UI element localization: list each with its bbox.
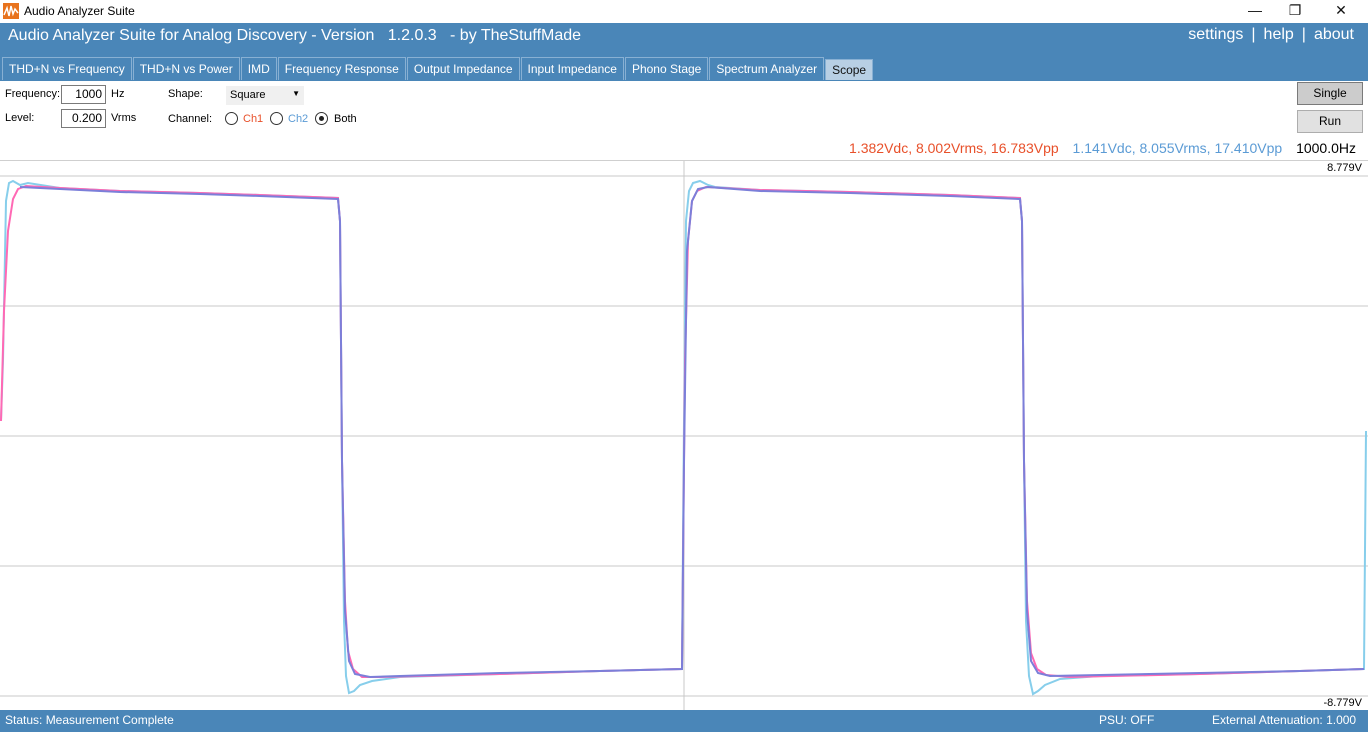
tab-phono-stage[interactable]: Phono Stage (624, 57, 709, 80)
frequency-unit: Hz (111, 88, 125, 100)
header-band: Audio Analyzer Suite for Analog Discover… (0, 23, 1368, 81)
ch2-radio[interactable] (270, 112, 283, 125)
single-button[interactable]: Single (1297, 82, 1363, 105)
ch2-radio-label: Ch2 (288, 113, 309, 125)
ch1-measurement: 1.382Vdc, 8.002Vrms, 16.783Vpp (849, 140, 1059, 156)
link-separator: | (1301, 26, 1306, 43)
scope-plot: 8.779V -8.779V (0, 160, 1368, 711)
level-input[interactable]: 0.200 (61, 109, 106, 128)
scope-canvas (0, 161, 1368, 711)
tab-thdn-vs-frequency[interactable]: THD+N vs Frequency (2, 57, 132, 80)
tab-scope[interactable]: Scope (825, 59, 874, 80)
level-unit: Vrms (111, 112, 137, 124)
app-logo-icon (3, 3, 19, 19)
attenuation-status: External Attenuation: 1.000 (1212, 713, 1357, 727)
about-link[interactable]: about (1314, 26, 1354, 43)
overlap-trace (19, 185, 1365, 679)
restore-button[interactable]: ❐ (1272, 0, 1318, 23)
both-radio-label: Both (334, 113, 357, 125)
run-button[interactable]: Run (1297, 110, 1363, 133)
window-title: Audio Analyzer Suite (24, 4, 135, 18)
psu-status: PSU: OFF (1099, 713, 1155, 727)
tab-imd[interactable]: IMD (240, 57, 277, 80)
measurement-readout: 1.382Vdc, 8.002Vrms, 16.783Vpp 1.141Vdc,… (839, 140, 1356, 156)
shape-label: Shape: (168, 88, 203, 100)
tab-frequency-response[interactable]: Frequency Response (277, 57, 406, 80)
frequency-label: Frequency: (5, 88, 61, 100)
ch2-measurement: 1.141Vdc, 8.055Vrms, 17.410Vpp (1072, 140, 1283, 156)
header-links: settings | help | about (1188, 26, 1354, 44)
scope-bottom-label: -8.779V (1323, 697, 1362, 709)
help-link[interactable]: help (1264, 26, 1294, 43)
tab-bar: THD+N vs Frequency THD+N vs Power IMD Fr… (2, 57, 874, 80)
settings-link[interactable]: settings (1188, 26, 1243, 43)
tab-thdn-vs-power[interactable]: THD+N vs Power (132, 57, 240, 80)
link-separator: | (1251, 26, 1256, 43)
shape-dropdown[interactable]: Square ▼ (226, 86, 304, 105)
shape-value: Square (230, 89, 266, 101)
channel-label: Channel: (168, 113, 213, 125)
title-bar: Audio Analyzer Suite — ❐ ✕ (0, 0, 1368, 23)
status-message: Status: Measurement Complete (5, 713, 174, 727)
scope-top-label: 8.779V (1327, 162, 1362, 174)
ch1-radio-label: Ch1 (243, 113, 264, 125)
chevron-down-icon: ▼ (292, 89, 300, 98)
level-label: Level: (5, 112, 35, 124)
status-bar: Status: Measurement Complete PSU: OFF Ex… (0, 710, 1368, 732)
frequency-readout: 1000.0Hz (1296, 140, 1356, 156)
close-button[interactable]: ✕ (1318, 0, 1364, 23)
frequency-input[interactable]: 1000 (61, 85, 106, 104)
app-header-title: Audio Analyzer Suite for Analog Discover… (8, 27, 582, 44)
tab-output-impedance[interactable]: Output Impedance (406, 57, 520, 80)
app-window: Audio Analyzer Suite — ❐ ✕ Audio Analyze… (0, 0, 1368, 732)
tab-input-impedance[interactable]: Input Impedance (520, 57, 624, 80)
both-radio[interactable] (315, 112, 328, 125)
ch1-radio[interactable] (225, 112, 238, 125)
tab-spectrum-analyzer[interactable]: Spectrum Analyzer (709, 57, 825, 80)
